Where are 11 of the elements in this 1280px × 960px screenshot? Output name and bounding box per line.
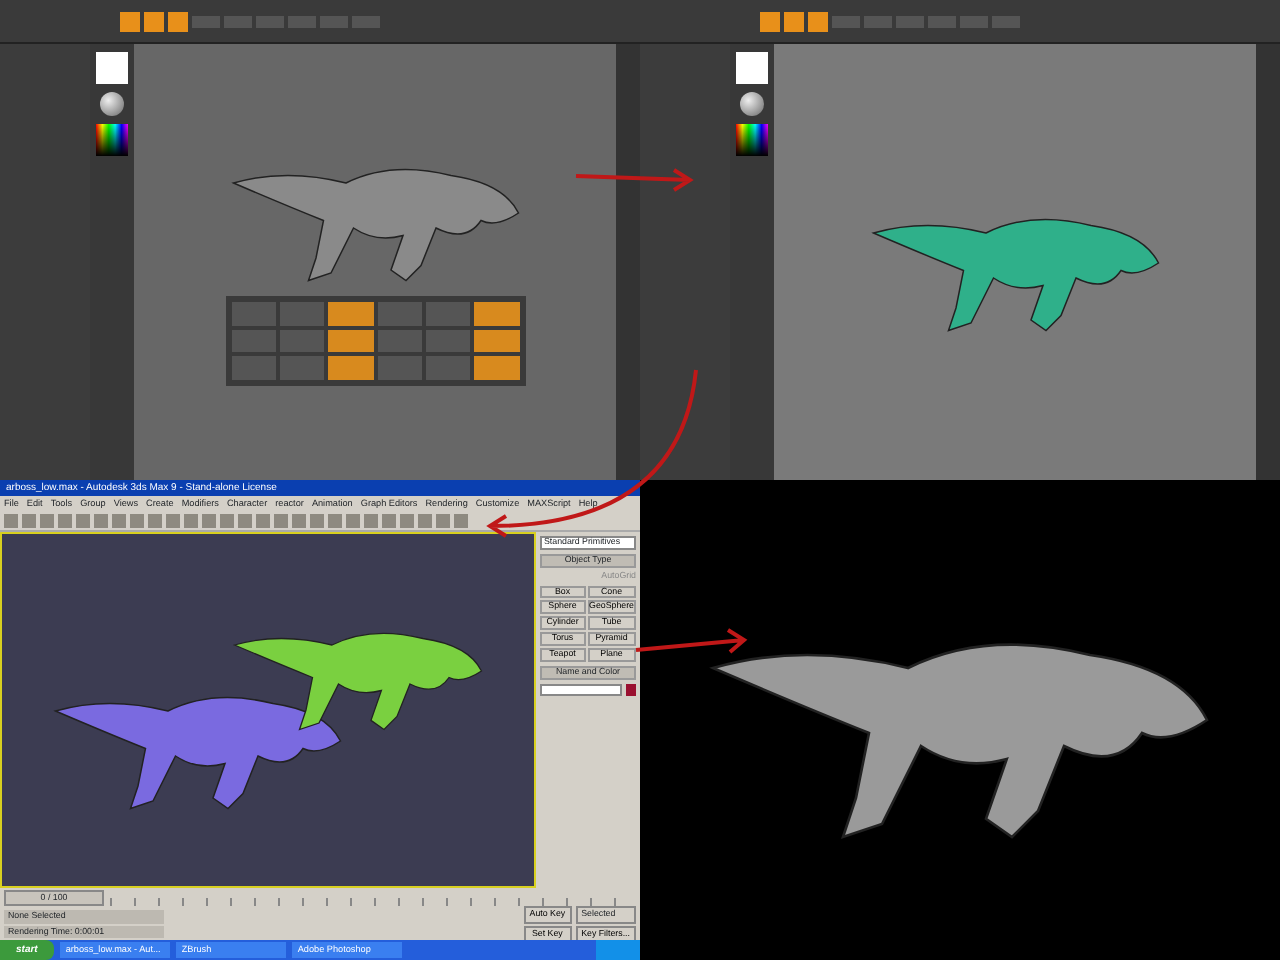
material-swatch[interactable] xyxy=(736,52,768,84)
sphere-icon[interactable] xyxy=(740,92,764,116)
system-tray xyxy=(596,940,640,960)
name-field[interactable] xyxy=(540,683,622,696)
material-swatch[interactable] xyxy=(96,52,128,84)
sphere-icon[interactable] xyxy=(100,92,124,116)
color-swatch[interactable] xyxy=(626,683,636,696)
arrow xyxy=(574,168,694,192)
arrow xyxy=(634,628,748,654)
color-picker[interactable] xyxy=(736,124,768,156)
color-picker[interactable] xyxy=(96,124,128,156)
